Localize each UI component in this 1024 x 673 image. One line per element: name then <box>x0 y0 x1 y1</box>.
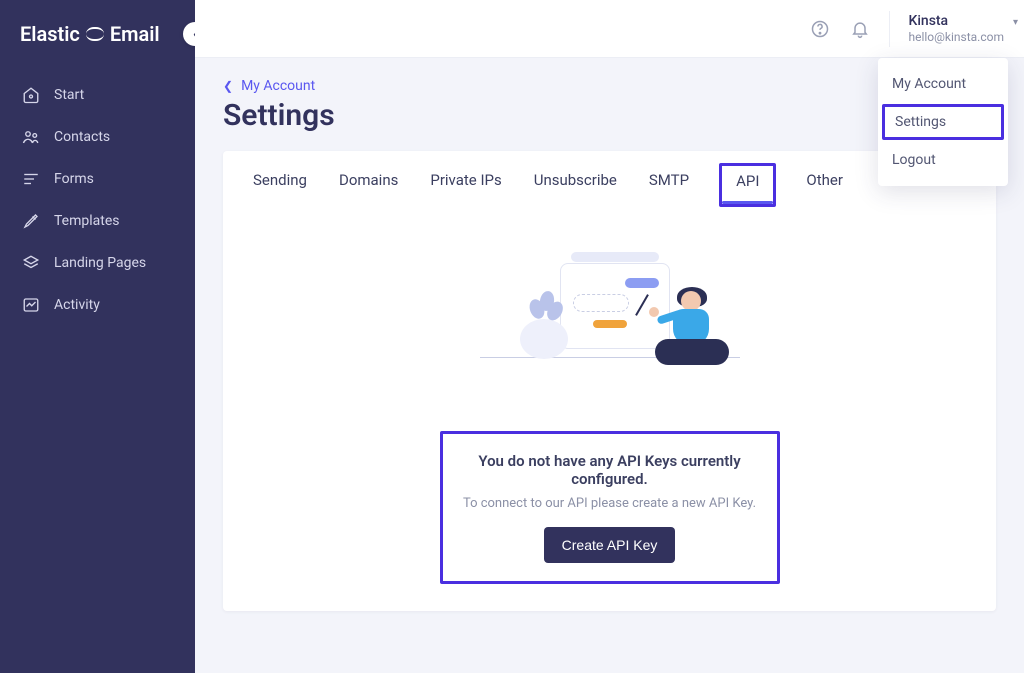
empty-state-illustration <box>223 247 996 407</box>
forms-icon <box>22 170 40 188</box>
tab-private-ips[interactable]: Private IPs <box>428 169 503 203</box>
home-icon <box>22 86 40 104</box>
dropdown-my-account[interactable]: My Account <box>878 66 1008 102</box>
user-dropdown: My Account Settings Logout <box>878 58 1008 186</box>
create-api-key-button[interactable]: Create API Key <box>544 527 676 563</box>
sidebar-item-landing-pages[interactable]: Landing Pages <box>0 242 195 284</box>
sidebar-item-start[interactable]: Start <box>0 74 195 116</box>
chevron-left-icon: ❮ <box>223 79 233 93</box>
tab-sending[interactable]: Sending <box>251 169 309 203</box>
breadcrumb-label: My Account <box>241 78 315 94</box>
brand-word2: Email <box>110 22 160 46</box>
topbar: Kinsta hello@kinsta.com ▾ <box>195 0 1024 58</box>
bell-icon[interactable] <box>849 18 871 40</box>
topbar-divider <box>889 11 890 47</box>
sidebar-item-templates[interactable]: Templates <box>0 200 195 242</box>
empty-state-box: You do not have any API Keys currently c… <box>440 431 780 584</box>
dropdown-logout[interactable]: Logout <box>878 142 1008 178</box>
dropdown-settings[interactable]: Settings <box>882 104 1004 140</box>
caret-down-icon: ▾ <box>1013 17 1018 29</box>
layers-icon <box>22 254 40 272</box>
activity-icon <box>22 296 40 314</box>
sidebar-item-contacts[interactable]: Contacts <box>0 116 195 158</box>
brand-logo[interactable]: Elastic Email <box>0 14 195 74</box>
dropdown-item-label: Settings <box>895 114 946 130</box>
dropdown-item-label: My Account <box>892 76 966 92</box>
tab-api[interactable]: API <box>719 163 776 207</box>
tab-unsubscribe[interactable]: Unsubscribe <box>532 169 619 203</box>
tab-domains[interactable]: Domains <box>337 169 400 203</box>
sidebar-item-label: Templates <box>54 213 120 229</box>
sidebar-item-label: Activity <box>54 297 100 313</box>
sidebar: Elastic Email ‹ Start Contacts <box>0 0 195 673</box>
brand-icon <box>86 27 104 41</box>
empty-state-subtitle: To connect to our API please create a ne… <box>455 496 765 511</box>
brand-word1: Elastic <box>20 22 80 46</box>
help-icon[interactable] <box>809 18 831 40</box>
sidebar-item-label: Start <box>54 87 84 103</box>
sidebar-nav: Start Contacts Forms Templates <box>0 74 195 326</box>
sidebar-item-label: Forms <box>54 171 94 187</box>
sidebar-item-activity[interactable]: Activity <box>0 284 195 326</box>
settings-panel: Sending Domains Private IPs Unsubscribe … <box>223 151 996 611</box>
tab-smtp[interactable]: SMTP <box>647 169 691 203</box>
tab-other[interactable]: Other <box>804 169 845 203</box>
sidebar-item-forms[interactable]: Forms <box>0 158 195 200</box>
templates-icon <box>22 212 40 230</box>
user-email: hello@kinsta.com <box>908 30 1004 44</box>
contacts-icon <box>22 128 40 146</box>
empty-state-title: You do not have any API Keys currently c… <box>455 452 765 488</box>
user-menu-trigger[interactable]: Kinsta hello@kinsta.com ▾ <box>908 13 1012 44</box>
user-name: Kinsta <box>908 13 1004 30</box>
dropdown-item-label: Logout <box>892 152 936 168</box>
sidebar-item-label: Contacts <box>54 129 110 145</box>
sidebar-item-label: Landing Pages <box>54 255 146 271</box>
